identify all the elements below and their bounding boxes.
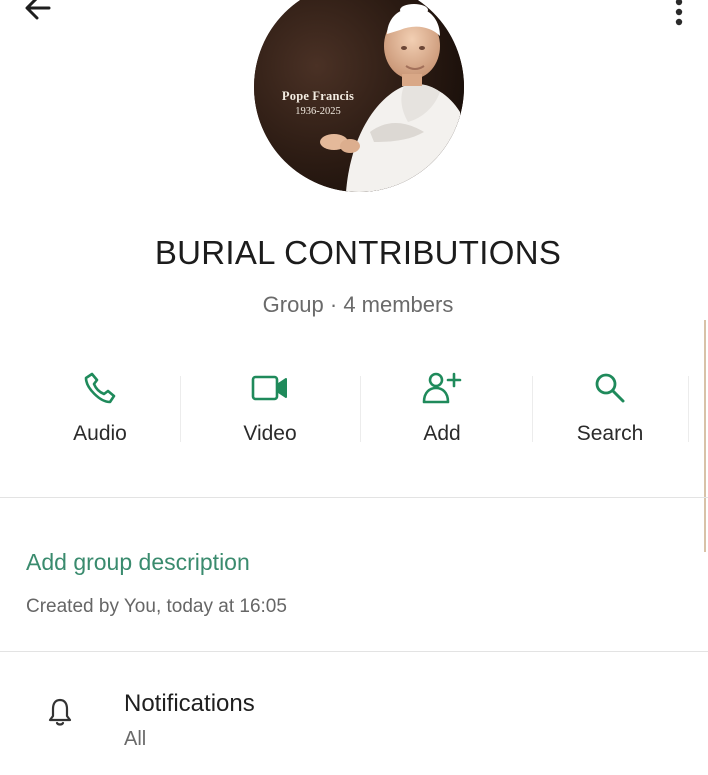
group-avatar[interactable]: Pope Francis 1936-2025 [254,0,464,192]
notifications-setting[interactable]: Notifications All [0,676,708,775]
search-label: Search [576,422,644,445]
bell-icon [44,694,76,730]
avatar-caption-name: Pope Francis [281,89,355,103]
back-arrow-icon [23,0,53,28]
action-separator [360,376,361,442]
search-icon [592,370,628,411]
notifications-label: Notifications [124,690,255,717]
audio-call-label: Audio [73,422,127,445]
phone-icon [82,370,118,411]
search-button[interactable]: Search [530,360,690,456]
group-info-screen: Pope Francis 1936-2025 BURIAL CONTRIBUTI… [0,0,708,775]
add-member-button[interactable]: Add [362,360,522,456]
video-camera-icon [250,372,290,409]
section-divider [0,651,708,652]
group-actions: Audio Video Add Search [20,360,692,456]
section-divider [0,497,708,498]
avatar-caption: Pope Francis 1936-2025 [254,89,382,117]
group-member-count[interactable]: Group · 4 members [0,292,708,318]
action-separator [180,376,181,442]
notifications-value: All [124,728,147,750]
audio-call-button[interactable]: Audio [20,360,180,456]
add-group-description-link[interactable]: Add group description [26,549,250,576]
back-button[interactable] [18,0,58,28]
group-name[interactable]: BURIAL CONTRIBUTIONS [0,234,708,272]
scroll-indicator [704,320,706,552]
action-separator [688,376,689,442]
more-options-button[interactable] [664,0,694,34]
video-call-label: Video [243,422,297,445]
video-call-button[interactable]: Video [190,360,350,456]
add-member-label: Add [423,422,461,445]
more-vertical-icon [673,0,685,35]
group-created-info: Created by You, today at 16:05 [26,596,287,617]
avatar-caption-dates: 1936-2025 [295,106,341,117]
add-person-icon [421,370,463,411]
